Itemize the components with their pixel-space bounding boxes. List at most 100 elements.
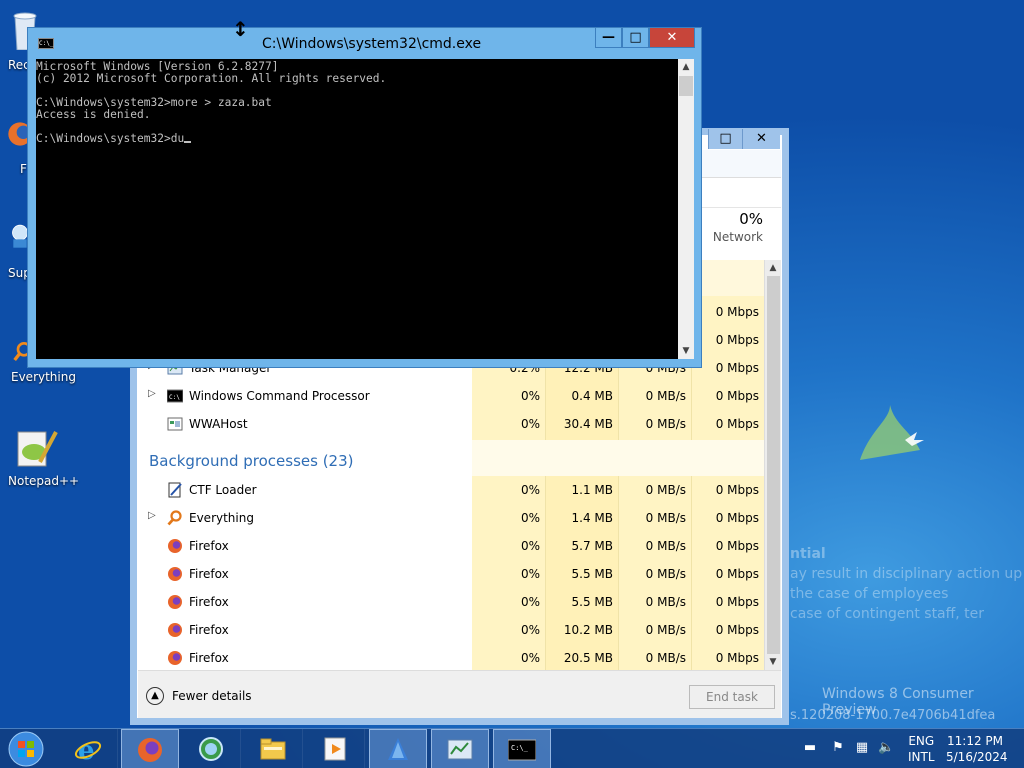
- expand-chevron-icon[interactable]: ▷: [148, 388, 156, 399]
- network-percent: 0%: [739, 210, 763, 228]
- wallpaper-text: ntial ay result in disciplinary action u…: [790, 546, 1023, 622]
- disk-value: 0 MB/s: [645, 651, 686, 665]
- scroll-down-arrow-icon[interactable]: ▼: [765, 654, 781, 670]
- process-name: Everything: [189, 511, 254, 525]
- table-row[interactable]: Firefox 0% 5.5 MB 0 MB/s 0 Mbps: [138, 588, 765, 616]
- memory-value: 1.1 MB: [571, 483, 613, 497]
- taskbar-app[interactable]: [369, 729, 427, 768]
- scroll-up-arrow-icon[interactable]: ▲: [765, 260, 781, 276]
- tm-maximize-button[interactable]: □: [708, 129, 742, 149]
- disk-value: 0 MB/s: [645, 483, 686, 497]
- cmd-window[interactable]: C:\_ C:\Windows\system32\cmd.exe — □ ✕ M…: [27, 27, 702, 368]
- firefox-icon: [168, 651, 182, 665]
- cmd-minimize-button[interactable]: —: [595, 28, 622, 48]
- end-task-button[interactable]: End task: [689, 685, 775, 709]
- taskbar-media-player[interactable]: [307, 729, 365, 768]
- scroll-up-arrow-icon[interactable]: ▲: [678, 59, 694, 75]
- scroll-thumb[interactable]: [679, 76, 693, 96]
- fewer-details-button[interactable]: ▲ Fewer details: [146, 687, 252, 705]
- cpu-value: 0%: [520, 539, 540, 553]
- desktop-icon-label: F: [20, 162, 27, 176]
- desktop-icon-notepadpp[interactable]: Notepad++: [0, 428, 79, 488]
- disk-value: 0 MB/s: [645, 417, 686, 431]
- cmd-close-button[interactable]: ✕: [649, 28, 695, 48]
- network-status-icon[interactable]: ▦: [854, 740, 870, 756]
- text-cursor: [184, 141, 192, 143]
- start-button-windows-icon[interactable]: [4, 730, 48, 768]
- process-name: Windows Command Processor: [189, 389, 370, 403]
- svg-text:e: e: [78, 736, 95, 763]
- table-row[interactable]: ▷ Everything 0% 1.4 MB 0 MB/s 0 Mbps: [138, 504, 765, 532]
- memory-value: 10.2 MB: [563, 623, 613, 637]
- table-row[interactable]: Firefox 0% 20.5 MB 0 MB/s 0 Mbps: [138, 644, 765, 672]
- table-row[interactable]: CTF Loader 0% 1.1 MB 0 MB/s 0 Mbps: [138, 476, 765, 504]
- cpu-value: 0%: [520, 483, 540, 497]
- svg-text:C:\: C:\: [169, 394, 180, 401]
- ctf-loader-icon: [168, 482, 182, 498]
- clock[interactable]: 11:12 PM 5/16/2024: [946, 734, 1008, 764]
- cmd-app-icon[interactable]: C:\_: [38, 38, 54, 49]
- action-center-flag-icon[interactable]: ⚑: [830, 740, 846, 756]
- taskbar-command-prompt[interactable]: C:\_: [493, 729, 551, 768]
- process-name: WWAHost: [189, 417, 248, 431]
- volume-muted-icon[interactable]: 🔈: [878, 740, 894, 756]
- taskbar-internet-explorer[interactable]: e: [60, 729, 118, 768]
- globe-network-icon: [199, 737, 223, 761]
- clock-time: 11:12 PM: [947, 734, 1003, 748]
- table-row[interactable]: Firefox 0% 10.2 MB 0 MB/s 0 Mbps: [138, 616, 765, 644]
- console-line: Access is denied.: [36, 108, 151, 121]
- network-value: 0 Mbps: [715, 623, 759, 637]
- memory-value: 5.5 MB: [571, 567, 613, 581]
- desktop-icon-label: Notepad++: [8, 474, 80, 488]
- disk-value: 0 MB/s: [645, 389, 686, 403]
- console-input-line: C:\Windows\system32>du: [36, 132, 185, 145]
- disk-value: 0 MB/s: [645, 623, 686, 637]
- process-name: Firefox: [189, 567, 229, 581]
- taskbar-task-manager[interactable]: [431, 729, 489, 768]
- network-value: 0 Mbps: [715, 417, 759, 431]
- taskbar-file-explorer[interactable]: [245, 729, 303, 768]
- network-label: Network: [712, 230, 763, 244]
- table-row[interactable]: Firefox 0% 5.7 MB 0 MB/s 0 Mbps: [138, 532, 765, 560]
- firefox-icon: [168, 567, 182, 581]
- process-name: Firefox: [189, 539, 229, 553]
- wwahost-icon: [167, 417, 183, 431]
- network-value: 0 Mbps: [715, 483, 759, 497]
- show-desktop-icon[interactable]: ▬: [802, 740, 818, 756]
- desktop-icon-label: Everything: [11, 370, 76, 384]
- scroll-down-arrow-icon[interactable]: ▼: [678, 343, 694, 359]
- table-row[interactable]: ▷ C:\ Windows Command Processor 0% 0.4 M…: [138, 382, 765, 410]
- network-column-header[interactable]: 0% Network: [701, 210, 763, 244]
- background-processes-header[interactable]: Background processes (23): [149, 452, 354, 470]
- table-row[interactable]: WWAHost 0% 30.4 MB 0 MB/s 0 Mbps: [138, 410, 765, 438]
- cmd-console-output[interactable]: Microsoft Windows [Version 6.2.8277] (c) …: [36, 59, 678, 359]
- tm-vertical-scrollbar[interactable]: ▲ ▼: [764, 260, 781, 670]
- memory-value: 5.7 MB: [571, 539, 613, 553]
- memory-value: 30.4 MB: [563, 417, 613, 431]
- tm-footer: ▲ Fewer details End task: [138, 670, 781, 718]
- wallpaper-bird-icon: [860, 405, 924, 460]
- taskbar-firefox[interactable]: [121, 729, 179, 768]
- scroll-thumb[interactable]: [767, 276, 780, 654]
- internet-explorer-icon: e: [74, 736, 102, 763]
- media-player-icon: [324, 737, 346, 761]
- firefox-icon: [168, 623, 182, 637]
- memory-value: 20.5 MB: [563, 651, 613, 665]
- disk-value: 0 MB/s: [645, 511, 686, 525]
- cpu-value: 0%: [520, 511, 540, 525]
- table-row[interactable]: Firefox 0% 5.5 MB 0 MB/s 0 Mbps: [138, 560, 765, 588]
- taskbar-network[interactable]: [183, 729, 241, 768]
- resize-cursor-icon: ↕: [232, 17, 249, 41]
- app-crystal-icon: [388, 738, 408, 760]
- cpu-value: 0%: [520, 651, 540, 665]
- cpu-value: 0%: [520, 595, 540, 609]
- cmd-vertical-scrollbar[interactable]: ▲ ▼: [678, 59, 694, 359]
- input-language[interactable]: ENG INTL: [908, 734, 935, 764]
- disk-value: 0 MB/s: [645, 539, 686, 553]
- expand-chevron-icon[interactable]: ▷: [148, 510, 156, 521]
- process-name: Firefox: [189, 623, 229, 637]
- tm-close-button[interactable]: ✕: [742, 129, 780, 149]
- cmd-maximize-button[interactable]: □: [622, 28, 649, 48]
- disk-value: 0 MB/s: [645, 567, 686, 581]
- memory-value: 1.4 MB: [571, 511, 613, 525]
